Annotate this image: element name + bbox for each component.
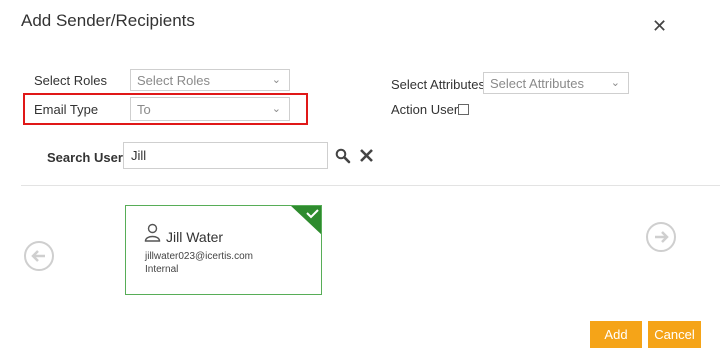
user-name: Jill Water xyxy=(166,229,224,245)
user-icon xyxy=(144,223,161,242)
search-label: Search User xyxy=(47,150,123,165)
attributes-select-value: Select Attributes xyxy=(490,76,584,91)
roles-select[interactable]: Select Roles ⌄ xyxy=(130,69,290,91)
next-icon[interactable] xyxy=(646,222,676,252)
roles-label: Select Roles xyxy=(34,73,107,88)
action-user-checkbox[interactable] xyxy=(458,104,469,115)
cancel-button[interactable]: Cancel xyxy=(648,321,701,348)
selected-check-icon xyxy=(291,206,321,235)
roles-select-value: Select Roles xyxy=(137,73,210,88)
close-icon[interactable]: ✕ xyxy=(652,17,667,35)
attributes-label: Select Attributes xyxy=(391,77,485,92)
previous-icon[interactable] xyxy=(24,241,54,271)
action-user-label: Action User xyxy=(391,102,459,117)
chevron-down-icon: ⌄ xyxy=(610,77,620,89)
chevron-down-icon: ⌄ xyxy=(271,74,281,86)
search-icon[interactable] xyxy=(335,148,351,169)
user-type: Internal xyxy=(145,264,179,275)
user-email: jillwater023@icertis.com xyxy=(145,251,253,262)
dialog-title: Add Sender/Recipients xyxy=(21,11,195,30)
attributes-select[interactable]: Select Attributes ⌄ xyxy=(483,72,629,94)
clear-icon[interactable] xyxy=(359,148,374,168)
section-divider xyxy=(21,185,720,186)
search-input[interactable]: Jill xyxy=(123,142,328,169)
email-type-highlight xyxy=(23,93,308,125)
user-card[interactable]: Jill Water jillwater023@icertis.com Inte… xyxy=(125,205,322,295)
add-button[interactable]: Add xyxy=(590,321,642,348)
